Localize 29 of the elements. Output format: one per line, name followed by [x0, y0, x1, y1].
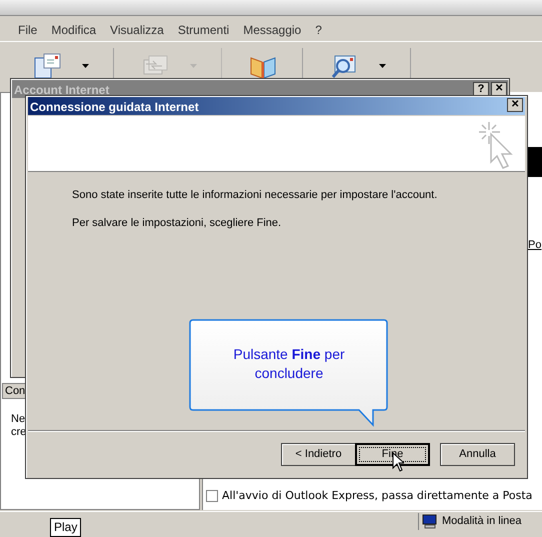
wizard-text: Sono state inserite tutte le informazioni necessarie per impostare l'account.: [72, 188, 438, 203]
callout-text: Pulsante Fine per concludere: [232, 345, 346, 383]
checkbox[interactable]: [206, 490, 218, 502]
computer-icon: [422, 514, 438, 529]
checkbox-label[interactable]: All'avvio di Outlook Express, passa direttamente a Posta: [222, 488, 532, 504]
status-text: Modalità in linea: [442, 514, 522, 530]
wizard-button[interactable]: Annulla: [440, 443, 515, 466]
new-message-icon: [32, 52, 62, 80]
pane-text: Ne: [11, 413, 26, 426]
dialog-title: Account Internet: [14, 82, 110, 99]
caret-icon[interactable]: [82, 64, 89, 68]
pane-link[interactable]: Po: [528, 237, 542, 254]
menu-item[interactable]: Visualizza: [110, 20, 164, 38]
wizard-button[interactable]: < Indietro: [281, 443, 356, 466]
menu-item[interactable]: Modifica: [51, 20, 96, 38]
help-button[interactable]: ?: [473, 82, 489, 96]
close-button[interactable]: ✕: [507, 98, 523, 112]
wizard-title: Connessione guidata Internet: [30, 99, 199, 116]
close-button[interactable]: ✕: [491, 82, 507, 96]
menu-item[interactable]: Strumenti: [178, 20, 230, 38]
dark-banner: [527, 147, 542, 177]
wizard-text: Per salvare le impostazioni, scegliere Fine.: [72, 216, 282, 230]
menu-item[interactable]: ?: [315, 20, 322, 38]
tooltip: Play: [50, 518, 82, 537]
cursor-sparkle-icon: [477, 120, 513, 170]
menu-item[interactable]: File: [18, 20, 38, 38]
caret-icon[interactable]: [379, 64, 386, 68]
menu-item[interactable]: Messaggio: [243, 20, 302, 38]
pane-tab[interactable]: Con: [2, 383, 26, 399]
